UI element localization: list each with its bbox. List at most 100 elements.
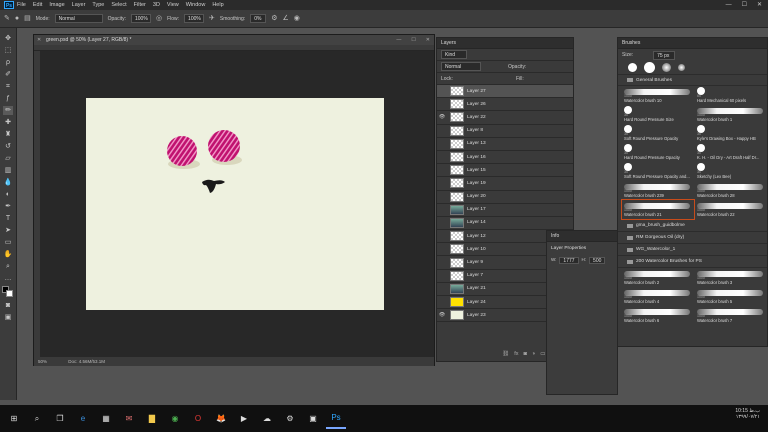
windows-icon[interactable]: ⊞ [4, 409, 24, 429]
brush-preset[interactable]: 30 Soft Round Pressure Opacity and... [622, 162, 694, 181]
brush-preset[interactable]: 30 Kyle's Drawing Box - Happy HB [695, 124, 767, 143]
layer-row[interactable]: Layer 17 [437, 204, 573, 217]
brush-preset[interactable]: 1000 Watercolor brush 22 [695, 200, 767, 219]
menu-layer[interactable]: Layer [72, 2, 86, 8]
layer-row[interactable]: Layer 15 [437, 164, 573, 178]
menu-image[interactable]: Image [49, 2, 64, 8]
pressure-opacity-icon[interactable]: ◎ [156, 15, 162, 22]
blur-tool-icon[interactable]: 💧 [3, 178, 13, 187]
visibility-eye-icon[interactable]: 👁 [437, 312, 447, 318]
airbrush-icon[interactable]: ✈ [209, 15, 215, 22]
blend-mode-select[interactable]: Normal [441, 62, 481, 71]
layer-row[interactable]: Layer 26 [437, 98, 573, 112]
brush-folder[interactable]: WG_Watercolor_1 [618, 244, 767, 256]
zoom-level[interactable]: 50% [38, 359, 47, 364]
minimize-button[interactable]: — [726, 0, 732, 10]
photoshop-icon[interactable]: Ps [326, 409, 346, 429]
layers-tab[interactable]: Layers [437, 38, 573, 49]
close-icon[interactable]: ✕ [426, 35, 430, 45]
history-brush-tool-icon[interactable]: ↺ [3, 142, 13, 151]
more-tools-icon[interactable]: … [3, 274, 13, 283]
brush-preset[interactable]: 30 Hard Round Pressure Size [622, 105, 694, 124]
opacity-field[interactable]: 100% [130, 14, 151, 23]
menu-file[interactable]: File [17, 2, 26, 8]
menu-select[interactable]: Select [111, 2, 126, 8]
eraser-tool-icon[interactable]: ▱ [3, 154, 13, 163]
mode-select[interactable]: Normal [54, 14, 103, 23]
general-brushes-group[interactable]: General Brushes [618, 75, 767, 86]
brush-folder[interactable]: gma_brush_guidbolme [618, 220, 767, 232]
menu-window[interactable]: Window [186, 2, 206, 8]
pen-tool-icon[interactable]: ✒ [3, 202, 13, 211]
healing-tool-icon[interactable]: ✚ [3, 118, 13, 127]
brush-preset[interactable]: 30 Hard Round Pressure Opacity [622, 143, 694, 162]
gear-icon[interactable]: ⚙ [271, 15, 277, 22]
close-icon[interactable]: ✕ [37, 35, 41, 45]
menu-edit[interactable]: Edit [33, 2, 42, 8]
eyedropper-tool-icon[interactable]: ƒ [3, 94, 13, 103]
marquee-tool-icon[interactable]: ⬚ [3, 46, 13, 55]
type-tool-icon[interactable]: T [3, 214, 13, 223]
layer-row[interactable]: Layer 16 [437, 151, 573, 165]
brush-preset[interactable]: 1000 Watercolor brush 1 [695, 105, 767, 124]
link-icon[interactable]: ⛓ [502, 351, 509, 361]
menu-view[interactable]: View [167, 2, 179, 8]
visibility-eye-icon[interactable]: 👁 [437, 114, 447, 120]
media-icon[interactable]: ▶ [234, 409, 254, 429]
tray-clock[interactable]: 10:15 ب.ظ ۱۳۹۹/۰۷/۲۱ [735, 408, 760, 420]
layer-row[interactable]: Layer 20 [437, 191, 573, 204]
brush-folder[interactable]: RM Gorgeous Oil (dry) [618, 232, 767, 244]
brush-folder[interactable]: 200 Watercolor Brushes for PS [618, 256, 767, 268]
recent-brush-2[interactable] [644, 62, 655, 73]
fx-icon[interactable]: fx [514, 351, 518, 361]
layer-row[interactable]: Layer 13 [437, 138, 573, 151]
quick-mask-icon[interactable]: ◙ [3, 301, 13, 310]
crop-tool-icon[interactable]: ⌗ [3, 82, 13, 91]
zoom-tool-icon[interactable]: ⌕ [3, 262, 13, 271]
height-field[interactable]: 500 [589, 257, 606, 264]
hand-tool-icon[interactable]: ✋ [3, 250, 13, 259]
settings-icon[interactable]: ⚙ [280, 409, 300, 429]
adjustment-icon[interactable]: ◑ [532, 351, 535, 361]
clone-stamp-tool-icon[interactable]: ♜ [3, 130, 13, 139]
layer-row[interactable]: Layer 19 [437, 177, 573, 191]
close-button[interactable]: ✕ [757, 0, 762, 10]
lasso-tool-icon[interactable]: ρ [3, 58, 13, 67]
brush-preset[interactable]: 1000 Watercolor brush 4 [622, 287, 694, 306]
brush-preset[interactable]: 1000 Watercolor brush 2 [622, 268, 694, 287]
brush-preset[interactable]: 1000 Watercolor brush 7 [695, 306, 767, 325]
canvas-area[interactable] [40, 51, 434, 357]
dodge-tool-icon[interactable]: ◐ [3, 190, 13, 199]
cloud-icon[interactable]: ☁ [257, 409, 277, 429]
layer-row[interactable]: Layer 14 [437, 217, 573, 231]
brush-settings-icon[interactable]: ▤ [24, 15, 31, 22]
width-field[interactable]: 1777 [559, 257, 579, 264]
shape-tool-icon[interactable]: ▭ [3, 238, 13, 247]
store-icon[interactable]: ▣ [303, 409, 323, 429]
files-icon[interactable]: ▇ [142, 409, 162, 429]
menu-help[interactable]: Help [212, 2, 223, 8]
size-field[interactable]: 75 px [653, 50, 676, 60]
layer-row[interactable]: Layer 27 [437, 85, 573, 99]
brush-preset[interactable]: 1000 Watercolor brush 3 [695, 268, 767, 287]
task-view-icon[interactable]: ❐ [50, 409, 70, 429]
brush-preset[interactable]: 1000 Watercolor brush 28 [695, 181, 767, 200]
maximize-button[interactable]: ☐ [742, 0, 747, 10]
brush-preset[interactable]: 1000 Watercolor brush 6 [622, 306, 694, 325]
maximize-icon[interactable]: ☐ [411, 35, 415, 45]
menu-type[interactable]: Type [92, 2, 104, 8]
canvas[interactable] [86, 98, 384, 310]
layer-row[interactable]: 👁 Layer 22 [437, 111, 573, 125]
menu-3d[interactable]: 3D [153, 2, 160, 8]
path-select-tool-icon[interactable]: ➤ [3, 226, 13, 235]
chrome-icon[interactable]: ◉ [165, 409, 185, 429]
document-tab[interactable]: ✕ green.psd @ 50% (Layer 27, RGB/8) * — … [34, 35, 434, 45]
screen-mode-icon[interactable]: ▣ [3, 313, 13, 322]
layer-row[interactable]: Layer 8 [437, 125, 573, 138]
brush-preset[interactable]: 30 Sketchy (Lex Bee) [695, 162, 767, 181]
smoothing-field[interactable]: 0% [250, 14, 267, 23]
brush-preset[interactable]: 1000 Watercolor brush 239 [622, 181, 694, 200]
gradient-tool-icon[interactable]: ▥ [3, 166, 13, 175]
brush-preset[interactable]: 30 K. H. - Oil Dry - Art Draft Half Dr... [695, 143, 767, 162]
quick-select-tool-icon[interactable]: ✐ [3, 70, 13, 79]
